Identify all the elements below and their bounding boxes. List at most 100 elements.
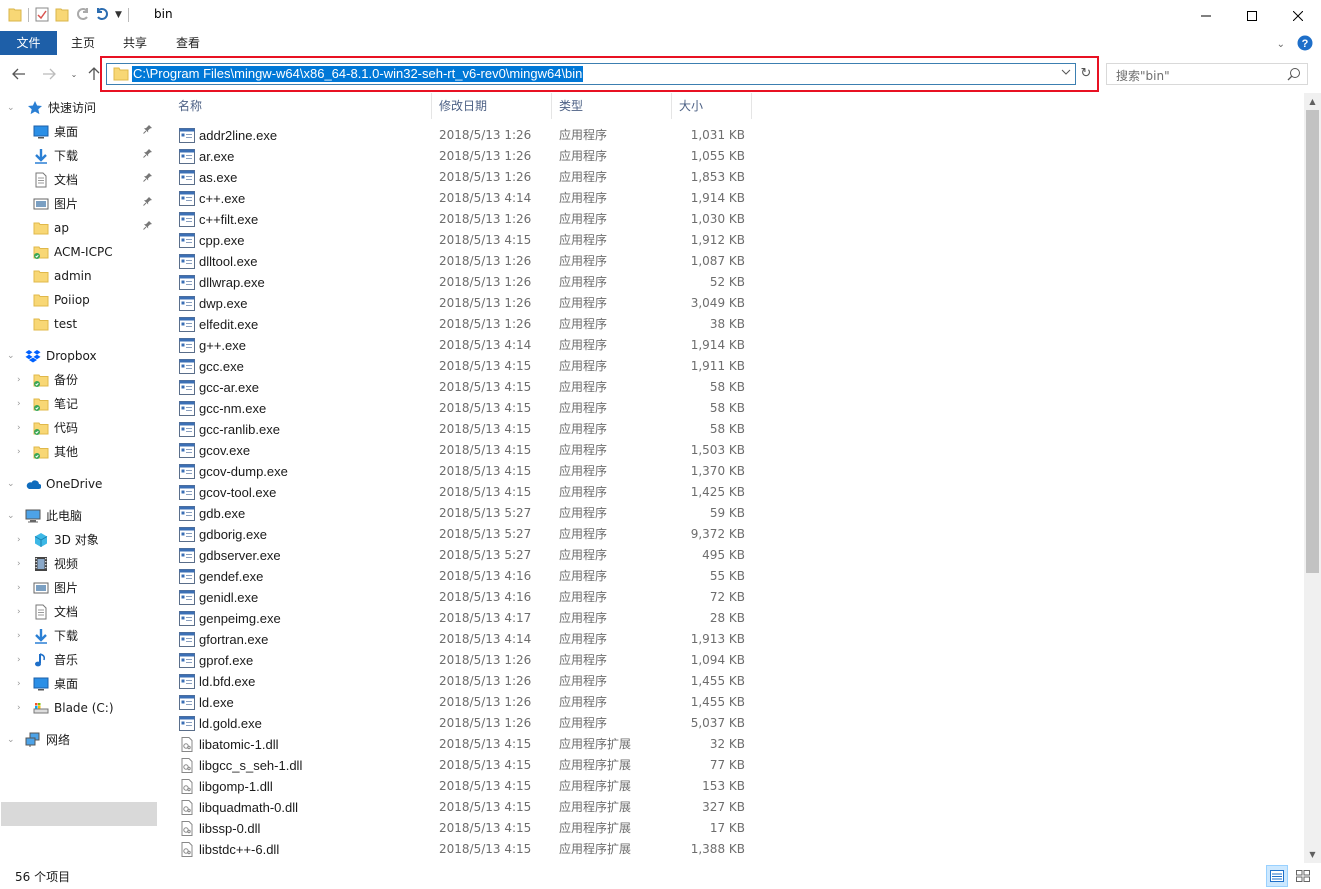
- expand-chevron-icon[interactable]: ›: [17, 600, 21, 624]
- sidebar-item[interactable]: 图片: [0, 192, 159, 216]
- file-row[interactable]: ld.exe 2018/5/13 1:26 应用程序 1,455 KB: [166, 692, 766, 713]
- file-row[interactable]: cpp.exe 2018/5/13 4:15 应用程序 1,912 KB: [166, 230, 766, 251]
- redo-icon[interactable]: [75, 6, 89, 25]
- file-row[interactable]: ld.gold.exe 2018/5/13 1:26 应用程序 5,037 KB: [166, 713, 766, 734]
- address-path[interactable]: C:\Program Files\mingw-w64\x86_64-8.1.0-…: [132, 66, 584, 82]
- expand-chevron-icon[interactable]: ›: [17, 416, 21, 440]
- expand-ribbon-icon[interactable]: ⌄: [1277, 39, 1285, 50]
- back-button[interactable]: [11, 66, 27, 82]
- scrollbar-thumb[interactable]: [1306, 110, 1319, 573]
- sidebar-item[interactable]: ⌄ 此电脑: [0, 504, 159, 528]
- file-row[interactable]: genpeimg.exe 2018/5/13 4:17 应用程序 28 KB: [166, 608, 766, 629]
- search-box[interactable]: 搜索"bin": [1106, 63, 1308, 85]
- file-row[interactable]: elfedit.exe 2018/5/13 1:26 应用程序 38 KB: [166, 314, 766, 335]
- sidebar-item[interactable]: ap: [0, 216, 159, 240]
- sidebar-item[interactable]: ⌄ OneDrive: [0, 472, 159, 496]
- file-row[interactable]: gdb.exe 2018/5/13 5:27 应用程序 59 KB: [166, 503, 766, 524]
- expand-chevron-icon[interactable]: ⌄: [7, 728, 15, 752]
- file-row[interactable]: gcov-dump.exe 2018/5/13 4:15 应用程序 1,370 KB: [166, 461, 766, 482]
- column-header-date[interactable]: 修改日期: [439, 93, 549, 119]
- sidebar-item[interactable]: admin: [0, 264, 159, 288]
- file-row[interactable]: ld.bfd.exe 2018/5/13 1:26 应用程序 1,455 KB: [166, 671, 766, 692]
- sidebar-item[interactable]: › 下载: [0, 624, 159, 648]
- refresh-icon[interactable]: ↻: [1078, 66, 1094, 82]
- expand-chevron-icon[interactable]: ⌄: [7, 472, 15, 496]
- file-row[interactable]: gdborig.exe 2018/5/13 5:27 应用程序 9,372 KB: [166, 524, 766, 545]
- customize-toolbar-icon[interactable]: ▼: [115, 10, 122, 20]
- tab-file[interactable]: 文件: [0, 31, 57, 55]
- file-row[interactable]: addr2line.exe 2018/5/13 1:26 应用程序 1,031 KB: [166, 125, 766, 146]
- sidebar-item[interactable]: › 其他: [0, 440, 159, 464]
- properties-icon[interactable]: [35, 6, 49, 25]
- search-icon[interactable]: [1287, 67, 1301, 84]
- sidebar-item[interactable]: Poiiop: [0, 288, 159, 312]
- file-row[interactable]: gcov-tool.exe 2018/5/13 4:15 应用程序 1,425 KB: [166, 482, 766, 503]
- sidebar-item[interactable]: › 备份: [0, 368, 159, 392]
- file-row[interactable]: gprof.exe 2018/5/13 1:26 应用程序 1,094 KB: [166, 650, 766, 671]
- address-dropdown-icon[interactable]: [1061, 67, 1071, 80]
- file-row[interactable]: dlltool.exe 2018/5/13 1:26 应用程序 1,087 KB: [166, 251, 766, 272]
- sidebar-item[interactable]: ⌄ 网络: [0, 728, 159, 752]
- file-row[interactable]: dwp.exe 2018/5/13 1:26 应用程序 3,049 KB: [166, 293, 766, 314]
- file-row[interactable]: libgomp-1.dll 2018/5/13 4:15 应用程序扩展 153 KB: [166, 776, 766, 797]
- sidebar-item[interactable]: test: [0, 312, 159, 336]
- expand-chevron-icon[interactable]: ›: [17, 696, 21, 720]
- file-row[interactable]: libquadmath-0.dll 2018/5/13 4:15 应用程序扩展 327…: [166, 797, 766, 818]
- file-row[interactable]: libatomic-1.dll 2018/5/13 4:15 应用程序扩展 32 KB: [166, 734, 766, 755]
- minimize-button[interactable]: [1183, 0, 1229, 31]
- new-folder-icon[interactable]: [55, 6, 69, 25]
- sidebar-item[interactable]: 下载: [0, 144, 159, 168]
- sidebar-item[interactable]: › 代码: [0, 416, 159, 440]
- expand-chevron-icon[interactable]: ⌄: [7, 344, 15, 368]
- file-row[interactable]: g++.exe 2018/5/13 4:14 应用程序 1,914 KB: [166, 335, 766, 356]
- file-row[interactable]: gcov.exe 2018/5/13 4:15 应用程序 1,503 KB: [166, 440, 766, 461]
- sidebar-item[interactable]: › 笔记: [0, 392, 159, 416]
- expand-chevron-icon[interactable]: ⌄: [7, 96, 15, 120]
- vertical-scrollbar[interactable]: ▲ ▼: [1304, 93, 1321, 863]
- address-bar[interactable]: C:\Program Files\mingw-w64\x86_64-8.1.0-…: [106, 63, 1076, 85]
- sidebar-item[interactable]: › 文档: [0, 600, 159, 624]
- sidebar-item[interactable]: › 图片: [0, 576, 159, 600]
- sidebar-item[interactable]: › 3D 对象: [0, 528, 159, 552]
- file-row[interactable]: libgcc_s_seh-1.dll 2018/5/13 4:15 应用程序扩展 77…: [166, 755, 766, 776]
- sidebar-item[interactable]: 桌面: [0, 120, 159, 144]
- column-header-name[interactable]: 名称: [178, 93, 428, 119]
- sidebar-item[interactable]: › 桌面: [0, 672, 159, 696]
- large-icons-view-button[interactable]: [1292, 865, 1314, 887]
- help-icon[interactable]: ?: [1297, 35, 1313, 54]
- file-row[interactable]: gcc-nm.exe 2018/5/13 4:15 应用程序 58 KB: [166, 398, 766, 419]
- sidebar-item[interactable]: › 音乐: [0, 648, 159, 672]
- column-header-size[interactable]: 大小: [679, 93, 749, 119]
- forward-button[interactable]: [41, 66, 57, 82]
- tab-home[interactable]: 主页: [62, 31, 104, 55]
- expand-chevron-icon[interactable]: ›: [17, 368, 21, 392]
- sidebar-item[interactable]: ⌄ 快速访问: [0, 96, 159, 120]
- expand-chevron-icon[interactable]: ›: [17, 624, 21, 648]
- file-row[interactable]: gcc.exe 2018/5/13 4:15 应用程序 1,911 KB: [166, 356, 766, 377]
- scroll-down-icon[interactable]: ▼: [1304, 846, 1321, 863]
- file-row[interactable]: gdbserver.exe 2018/5/13 5:27 应用程序 495 KB: [166, 545, 766, 566]
- scroll-up-icon[interactable]: ▲: [1304, 93, 1321, 110]
- file-row[interactable]: genidl.exe 2018/5/13 4:16 应用程序 72 KB: [166, 587, 766, 608]
- expand-chevron-icon[interactable]: ›: [17, 552, 21, 576]
- sidebar-item[interactable]: 文档: [0, 168, 159, 192]
- file-row[interactable]: c++filt.exe 2018/5/13 1:26 应用程序 1,030 KB: [166, 209, 766, 230]
- undo-icon[interactable]: [95, 6, 109, 25]
- file-row[interactable]: gfortran.exe 2018/5/13 4:14 应用程序 1,913 KB: [166, 629, 766, 650]
- column-header-type[interactable]: 类型: [559, 93, 669, 119]
- expand-chevron-icon[interactable]: ⌄: [7, 504, 15, 528]
- close-button[interactable]: [1275, 0, 1321, 31]
- file-row[interactable]: ar.exe 2018/5/13 1:26 应用程序 1,055 KB: [166, 146, 766, 167]
- expand-chevron-icon[interactable]: ›: [17, 440, 21, 464]
- file-row[interactable]: c++.exe 2018/5/13 4:14 应用程序 1,914 KB: [166, 188, 766, 209]
- recent-locations-button[interactable]: ⌄: [66, 66, 82, 82]
- file-row[interactable]: gendef.exe 2018/5/13 4:16 应用程序 55 KB: [166, 566, 766, 587]
- file-row[interactable]: libssp-0.dll 2018/5/13 4:15 应用程序扩展 17 KB: [166, 818, 766, 839]
- expand-chevron-icon[interactable]: ›: [17, 392, 21, 416]
- file-row[interactable]: libstdc++-6.dll 2018/5/13 4:15 应用程序扩展 1,388…: [166, 839, 766, 860]
- expand-chevron-icon[interactable]: ›: [17, 648, 21, 672]
- file-row[interactable]: gcc-ranlib.exe 2018/5/13 4:15 应用程序 58 KB: [166, 419, 766, 440]
- sidebar-item[interactable]: › Blade (C:): [0, 696, 159, 720]
- expand-chevron-icon[interactable]: ›: [17, 576, 21, 600]
- sidebar-item[interactable]: › 视频: [0, 552, 159, 576]
